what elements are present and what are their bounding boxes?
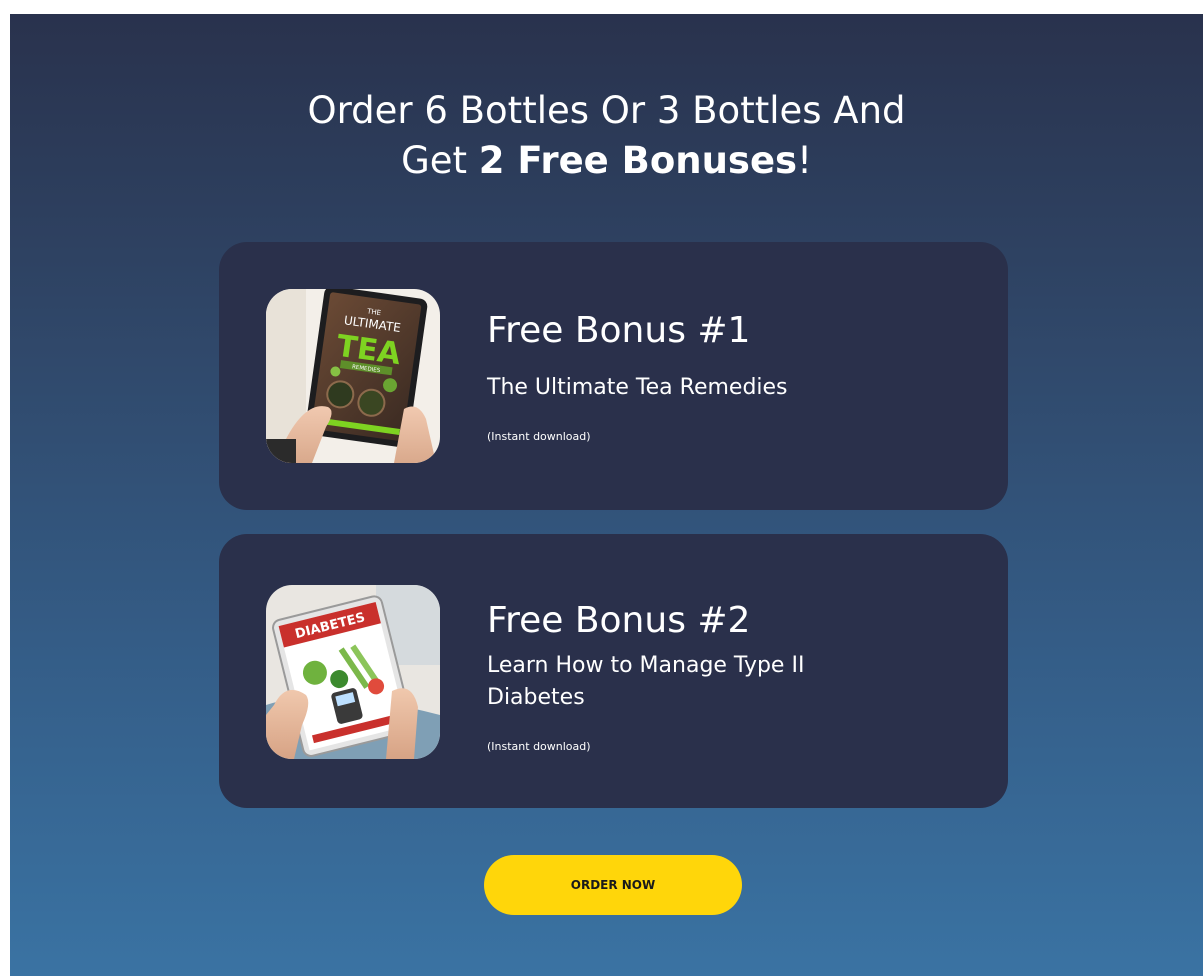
bonus-card-1: THE ULTIMATE TEA REMEDIES Free Bonus #1 — [219, 242, 1008, 510]
bonus-1-description: The Ultimate Tea Remedies — [487, 375, 788, 400]
bonus-1-note: (Instant download) — [487, 430, 591, 443]
bonus-2-note: (Instant download) — [487, 740, 591, 753]
headline-line-1: Order 6 Bottles Or 3 Bottles And — [307, 89, 906, 132]
bonus-2-title: Free Bonus #2 — [487, 600, 751, 641]
bonus-headline: Order 6 Bottles Or 3 Bottles And Get 2 F… — [10, 86, 1203, 186]
order-now-button[interactable]: ORDER NOW — [484, 855, 742, 915]
bonus-card-2: DIABETES Free Bonus #2 Learn How to Mana… — [219, 534, 1008, 808]
tea-ebook-tablet-image: THE ULTIMATE TEA REMEDIES — [266, 289, 440, 463]
bonus-1-title: Free Bonus #1 — [487, 310, 751, 351]
headline-line-2-prefix: Get — [401, 139, 479, 182]
bonus-2-description: Learn How to Manage Type II Diabetes — [487, 653, 805, 710]
headline-line-2-strong: 2 Free Bonuses — [478, 139, 798, 182]
bonus-section: Order 6 Bottles Or 3 Bottles And Get 2 F… — [10, 14, 1203, 976]
headline-line-2-suffix: ! — [797, 139, 812, 182]
diabetes-ebook-tablet-image: DIABETES — [266, 585, 440, 759]
